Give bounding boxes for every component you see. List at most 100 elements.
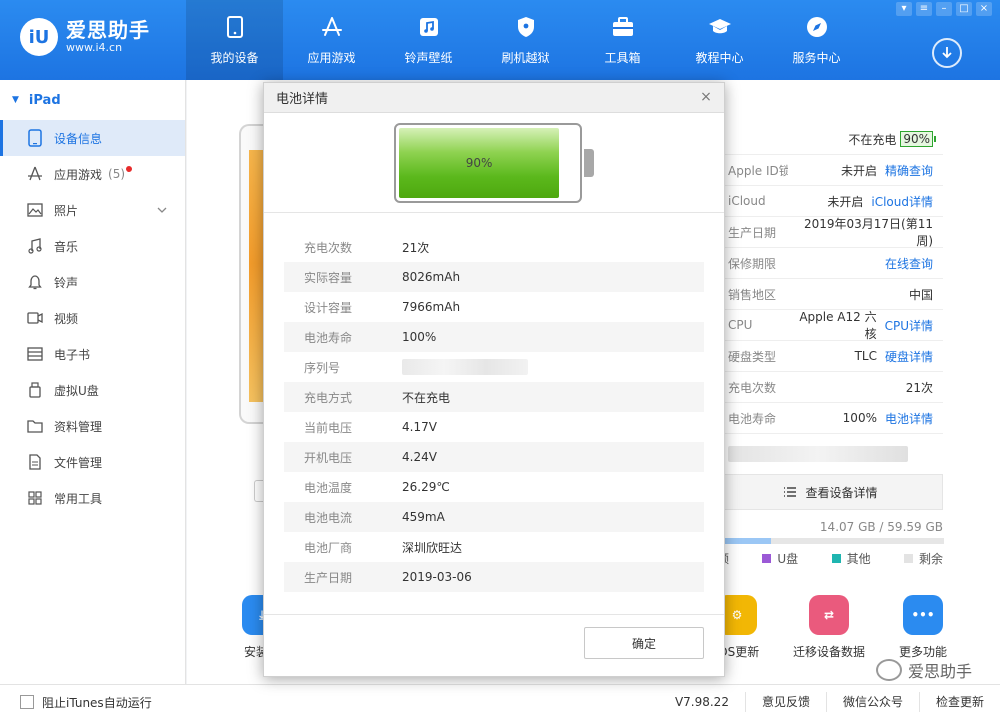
wechat-icon [875, 659, 902, 681]
info-row-warranty: 保修期限 在线查询 [718, 248, 943, 279]
sidebar-item-common-tools[interactable]: 常用工具 [0, 480, 185, 516]
itunes-autorun-label: 阻止iTunes自动运行 [42, 695, 152, 710]
app-url: www.i4.cn [66, 41, 123, 54]
nav-apps-games[interactable]: 应用游戏 [283, 0, 380, 80]
battery-visual: 90% [264, 113, 724, 213]
detail-row: 电池寿命 100% [284, 322, 704, 352]
nav-tutorials[interactable]: 教程中心 [671, 0, 768, 80]
check-update-link[interactable]: 检查更新 [918, 692, 1000, 712]
apple-id-query-link[interactable]: 精确查询 [885, 162, 933, 179]
dialog-footer: 确定 [264, 614, 724, 676]
storage-usage: 14.07 GB / 59.59 GB [718, 520, 944, 544]
settings-icon[interactable]: ≡ [916, 2, 932, 16]
logo-badge: iU [20, 18, 58, 56]
storage-bar [718, 538, 944, 544]
device-selector[interactable]: ▼ iPad [0, 80, 185, 120]
detail-row: 电池电流 459mA [284, 502, 704, 532]
maximize-button[interactable]: □ [956, 2, 972, 16]
view-device-details-button[interactable]: 查看设备详情 [718, 474, 943, 510]
version-label: V7.98.22 [674, 695, 729, 709]
nav-ringtones-wallpapers[interactable]: 铃声壁纸 [380, 0, 477, 80]
nav-service-center[interactable]: 服务中心 [768, 0, 865, 80]
list-icon [784, 487, 797, 497]
info-row-apple-id: Apple ID锁 未开启 精确查询 [718, 155, 943, 186]
icloud-details-link[interactable]: iCloud详情 [871, 193, 933, 210]
info-row-charge-count: 充电次数 21次 [718, 372, 943, 403]
phone-icon [223, 15, 247, 39]
compass-icon [805, 15, 829, 39]
ok-button[interactable]: 确定 [584, 627, 704, 659]
legend-item: 剩余 [903, 550, 943, 567]
cpu-details-link[interactable]: CPU详情 [885, 317, 933, 334]
battery-cap [584, 149, 594, 177]
close-button[interactable]: × [976, 2, 992, 16]
video-icon [26, 309, 44, 327]
more-icon: ••• [903, 595, 943, 635]
app-name: 爱思助手 [66, 18, 150, 42]
disk-details-link[interactable]: 硬盘详情 [885, 348, 933, 365]
dialog-close-button[interactable]: × [698, 89, 714, 105]
battery-percent: 90% [465, 156, 493, 170]
sidebar-item-apps[interactable]: 应用游戏 (5) [0, 156, 185, 192]
detail-row: 实际容量 8026mAh [284, 262, 704, 292]
file-icon [26, 453, 44, 471]
sidebar-item-file-manager[interactable]: 文件管理 [0, 444, 185, 480]
detail-row: 开机电压 4.24V [284, 442, 704, 472]
feedback-link[interactable]: 意见反馈 [744, 692, 826, 712]
sidebar-item-music[interactable]: 音乐 [0, 228, 185, 264]
minimize-button[interactable]: – [936, 2, 952, 16]
battery-details-link[interactable]: 电池详情 [885, 410, 933, 427]
dialog-title: 电池详情 [276, 92, 329, 107]
storage-legend: 频 U盘 其他 剩余 [717, 550, 943, 567]
toolbox-icon [611, 15, 635, 39]
shirt-icon[interactable]: ▾ [896, 2, 912, 16]
sidebar-item-virtual-usb[interactable]: 虚拟U盘 [0, 372, 185, 408]
nav-toolbox[interactable]: 工具箱 [574, 0, 671, 80]
sidebar-item-ebooks[interactable]: 电子书 [0, 336, 185, 372]
music-note-icon [26, 237, 44, 255]
battery-details-dialog: 电池详情 × 90% 充电次数 21次 实际容量 8026mAh 设计容量 7966m… [263, 82, 725, 677]
tool-migrate-data[interactable]: ⇄ 迁移设备数据 [784, 595, 874, 660]
detail-row: 设计容量 7966mAh [304, 300, 461, 315]
apps-count: (5) [108, 167, 126, 181]
status-bar: 阻止iTunes自动运行 V7.98.22 意见反馈 微信公众号 检查更新 [0, 684, 1000, 719]
info-row-sales-region: 销售地区 中国 [718, 279, 943, 310]
detail-row: 充电次数 21次 [304, 240, 430, 255]
tool-more-features[interactable]: ••• 更多功能 [878, 595, 968, 660]
grid-icon [26, 489, 44, 507]
sidebar-item-videos[interactable]: 视频 [0, 300, 185, 336]
sidebar-item-device-info[interactable]: 设备信息 [0, 120, 185, 156]
detail-row: 电池厂商 深圳欣旺达 [304, 540, 463, 555]
blurred-serial [718, 434, 943, 474]
music-note-icon [417, 15, 441, 39]
info-row-cpu: CPU Apple A12 六核 CPU详情 [718, 310, 943, 341]
charge-status: 不在充电 [848, 132, 897, 147]
charge-status-row: 不在充电 90% [718, 124, 943, 155]
detail-row: 序列号 [284, 352, 704, 382]
legend-item: 其他 [831, 550, 871, 567]
sidebar-item-photos[interactable]: 照片 [0, 192, 185, 228]
chevron-down-icon [157, 203, 167, 217]
sidebar-item-data-manager[interactable]: 资料管理 [0, 408, 185, 444]
battery-detail-list: 充电次数 21次 实际容量 8026mAh 设计容量 7966mAh 电池寿命 100%… [284, 232, 704, 592]
wechat-link[interactable]: 微信公众号 [825, 692, 919, 712]
battery-badge: 90% [900, 131, 936, 147]
tablet-icon [26, 129, 44, 147]
itunes-autorun-checkbox[interactable] [20, 695, 34, 709]
legend-item: U盘 [762, 550, 798, 567]
dialog-titlebar: 电池详情 [264, 83, 724, 113]
warranty-query-link[interactable]: 在线查询 [885, 255, 933, 272]
migrate-icon: ⇄ [809, 595, 849, 635]
download-button[interactable] [932, 38, 962, 68]
sidebar-item-ringtones[interactable]: 铃声 [0, 264, 185, 300]
nav-my-device[interactable]: 我的设备 [186, 0, 283, 80]
caret-down-icon: ▼ [12, 95, 19, 105]
top-nav: 我的设备 应用游戏 铃声壁纸 刷机越狱 工具箱 教程中心 服务中心 [186, 0, 865, 80]
nav-flash-jailbreak[interactable]: 刷机越狱 [477, 0, 574, 80]
shield-icon [514, 15, 538, 39]
info-row-battery-life: 电池寿命 100% 电池详情 [718, 403, 943, 434]
sidebar: ▼ iPad 设备信息 应用游戏 (5) 照片 音乐 铃声 视频 电子书 虚拟U… [0, 80, 186, 684]
appstore-icon [320, 15, 344, 39]
watermark: 爱思助手 [875, 658, 972, 682]
window-controls: ▾ ≡ – □ × [896, 2, 992, 16]
